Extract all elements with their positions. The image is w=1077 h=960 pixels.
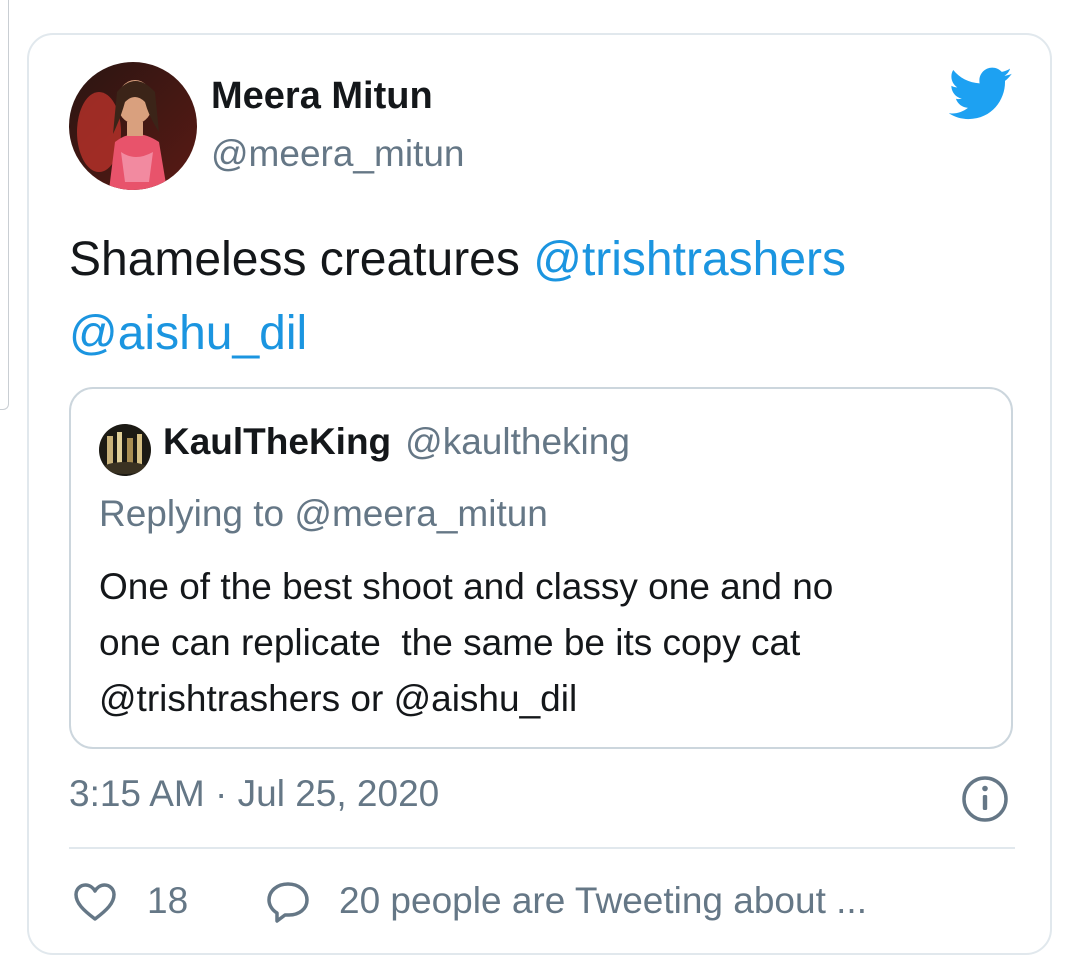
quoted-text-line: one can replicate the same be its copy c… — [99, 622, 801, 663]
reply-bubble-icon[interactable] — [265, 880, 311, 924]
quoted-text: One of the best shoot and classy one and… — [99, 559, 999, 727]
quoted-header: KaulTheKing @kaultheking — [163, 421, 630, 463]
heart-icon[interactable] — [73, 882, 117, 922]
author-display-name[interactable]: Meera Mitun — [211, 75, 433, 118]
tweeting-about-link[interactable]: 20 people are Tweeting about ... — [339, 880, 867, 922]
like-count[interactable]: 18 — [147, 880, 188, 922]
author-handle[interactable]: @meera_mitun — [211, 133, 465, 175]
quoted-text-line: One of the best shoot and classy one and… — [99, 566, 834, 607]
tweet-text: Shameless creatures — [69, 233, 520, 286]
quoted-author-avatar[interactable] — [99, 424, 151, 476]
embedded-tweet-card[interactable]: Meera Mitun @meera_mitun Shameless creat… — [27, 33, 1052, 955]
quoted-text-line: @trishtrashers or @aishu_dil — [99, 678, 578, 719]
author-avatar[interactable] — [69, 62, 197, 190]
info-icon[interactable] — [961, 775, 1009, 823]
replying-to-label: Replying to @meera_mitun — [99, 493, 548, 534]
tweet-timestamp[interactable]: 3:15 AM · Jul 25, 2020 — [69, 773, 439, 815]
tweet-body: Shameless creatures @trishtrashers @aish… — [69, 223, 1009, 371]
mention-link[interactable]: @trishtrashers — [533, 233, 846, 286]
tweet-actions: 18 20 people are Tweeting about ... — [69, 878, 1015, 928]
background-panel-edge — [0, 0, 9, 410]
quoted-handle[interactable]: @kaultheking — [405, 421, 630, 462]
mention-link[interactable]: @aishu_dil — [69, 307, 307, 360]
quoted-tweet[interactable]: KaulTheKing @kaultheking Replying to @mee… — [69, 387, 1013, 749]
divider — [69, 847, 1015, 849]
quoted-display-name[interactable]: KaulTheKing — [163, 421, 391, 462]
twitter-bird-icon[interactable] — [949, 67, 1013, 121]
